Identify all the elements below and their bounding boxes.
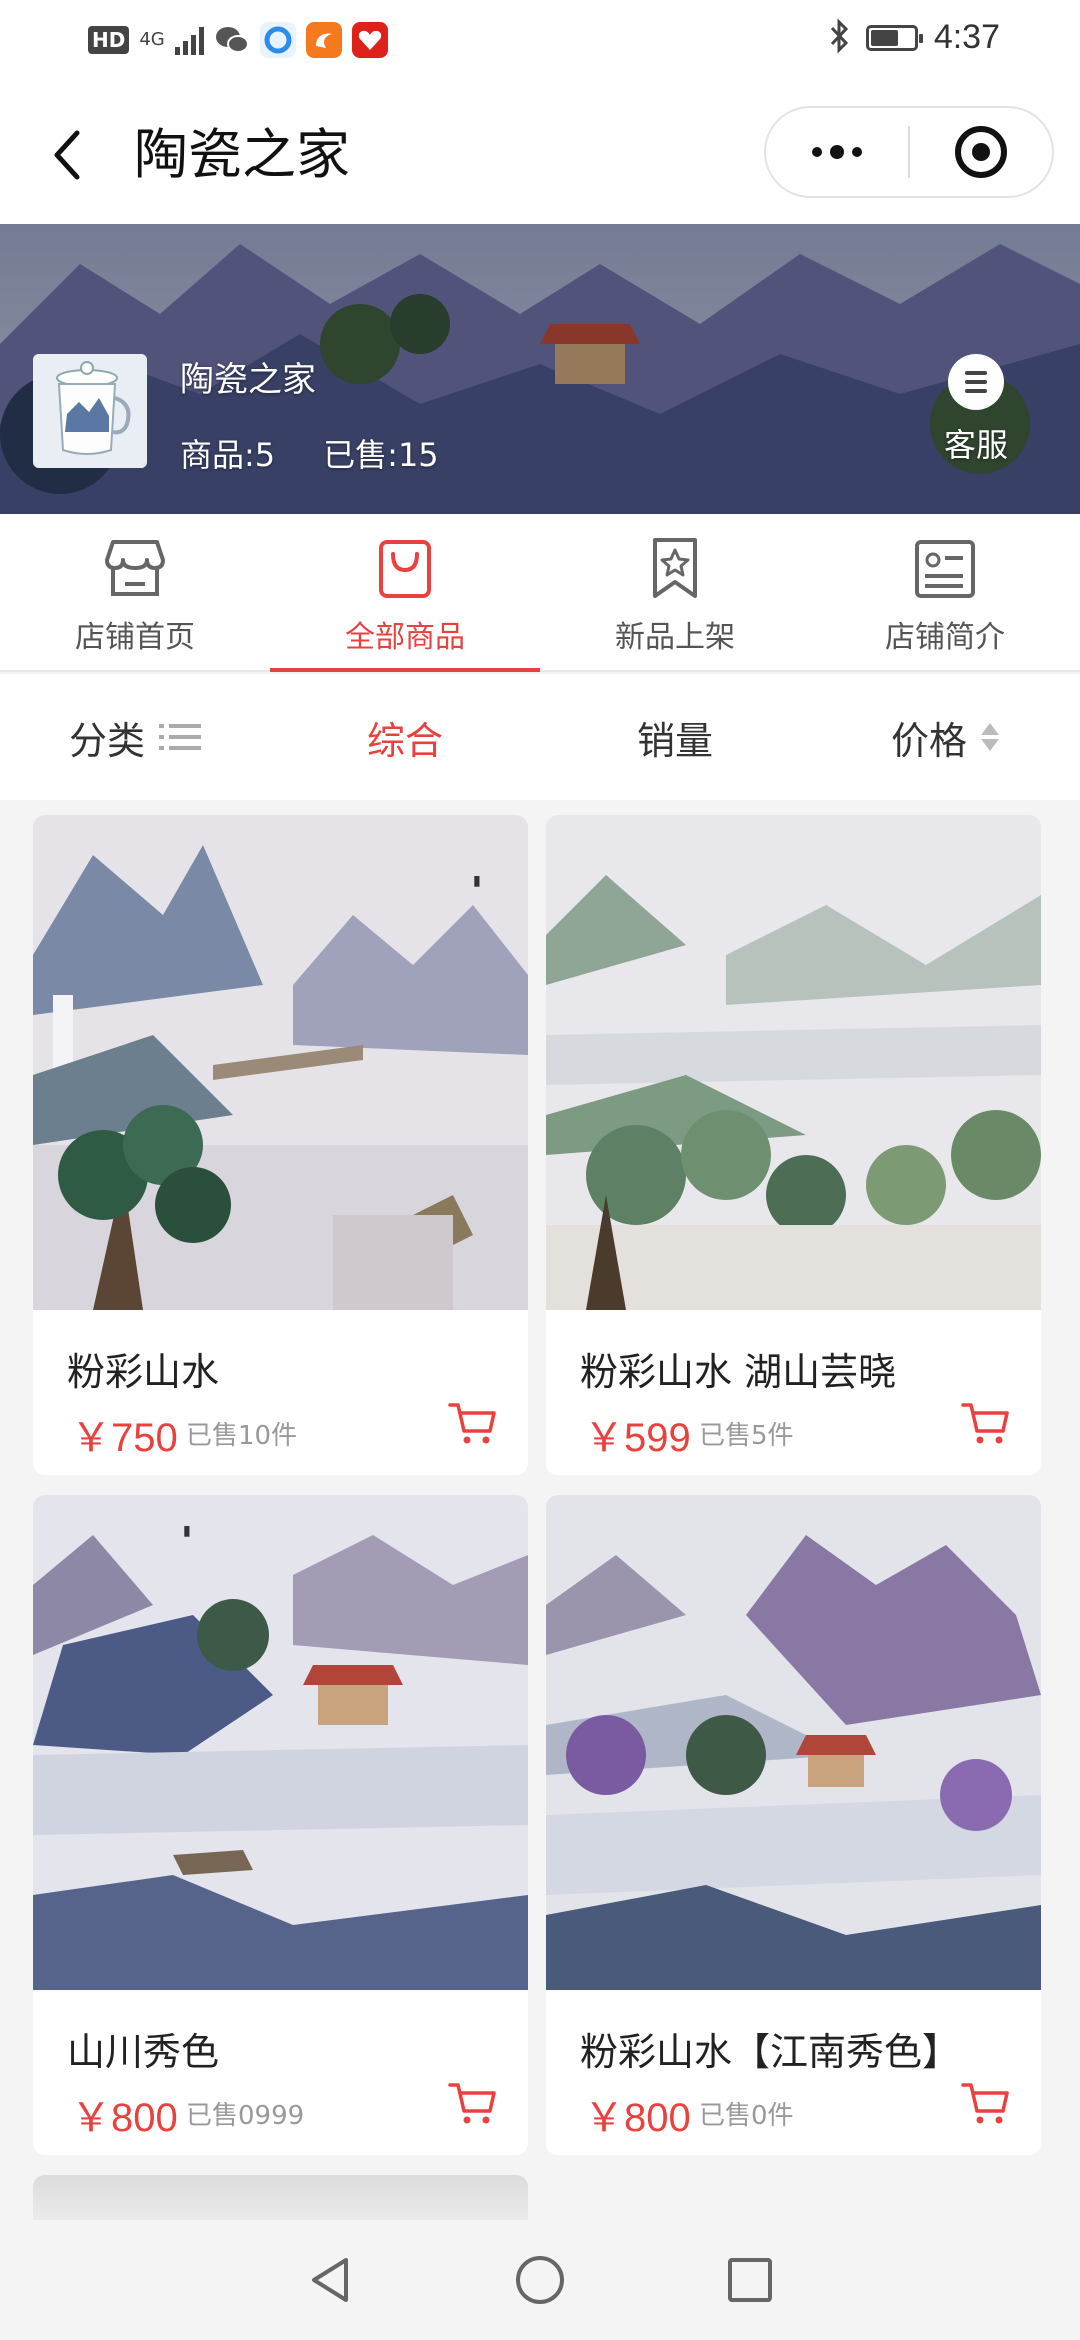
shop-stats: 商品:5 已售:15	[180, 430, 439, 476]
shop-banner: 陶瓷之家 商品:5 已售:15 客服	[0, 224, 1080, 514]
banner-background-painting	[0, 224, 1080, 514]
square-recents-icon	[728, 2258, 772, 2302]
clock: 4:37	[933, 18, 1000, 56]
product-image: ▮	[33, 1495, 528, 1990]
new-bookmark-icon	[653, 538, 697, 598]
wechat-icon	[213, 22, 250, 58]
sold-count: 已售:15	[323, 436, 439, 474]
sort-sales-label: 销量	[636, 718, 713, 763]
tab-label: 新品上架	[615, 620, 735, 655]
cart-icon[interactable]	[959, 2077, 1011, 2129]
triangle-back-icon	[312, 2258, 348, 2302]
bluetooth-icon	[828, 17, 850, 57]
shopping-bag-icon	[379, 540, 431, 598]
target-icon	[955, 126, 1007, 178]
pinduoduo-icon	[351, 22, 388, 58]
product-price: ￥800	[584, 2096, 691, 2140]
system-home-button[interactable]	[510, 2250, 570, 2310]
customer-service-button[interactable]: 客服	[938, 354, 1014, 466]
status-bar: HD 4G 4:37	[0, 0, 1080, 84]
product-image: ▮	[33, 815, 528, 1310]
cart-icon[interactable]	[959, 1397, 1011, 1449]
product-card[interactable]: 粉彩山水【江南秀色】 ￥800 已售0件	[546, 1495, 1041, 2155]
tab-all-products[interactable]: 全部商品	[270, 514, 540, 672]
sort-overall-label: 综合	[366, 718, 443, 763]
status-right: 4:37	[828, 17, 1000, 57]
product-sold: 已售0999	[186, 2101, 305, 2131]
back-button[interactable]	[36, 120, 96, 190]
tab-label: 全部商品	[345, 620, 465, 655]
shop-logo[interactable]	[33, 354, 147, 468]
shop-name: 陶瓷之家	[180, 360, 316, 400]
sort-sales[interactable]: 销量	[540, 710, 810, 765]
cart-icon[interactable]	[446, 2077, 498, 2129]
system-back-button[interactable]	[300, 2250, 360, 2310]
mini-program-capsule	[764, 106, 1054, 198]
system-recents-button[interactable]	[720, 2250, 780, 2310]
product-card[interactable]: 粉彩山水 湖山芸晓 ￥599 已售5件	[546, 815, 1041, 1475]
product-name: 粉彩山水【江南秀色】	[580, 2030, 961, 2074]
page-title: 陶瓷之家	[134, 123, 350, 186]
product-price: ￥599	[584, 1416, 691, 1460]
list-icon	[159, 724, 201, 750]
hd-badge: HD	[88, 26, 130, 54]
shop-tabs: 店铺首页 全部商品 新品上架 店铺简介	[0, 514, 1080, 672]
product-sold: 已售10件	[186, 1421, 298, 1451]
product-card[interactable]: ▮ 山川秀色 ￥800 已售0999	[33, 1495, 528, 2155]
product-count: 商品:5	[180, 436, 276, 474]
svg-text:▮: ▮	[183, 1523, 191, 1539]
product-image	[546, 1495, 1041, 1990]
chat-icon	[948, 354, 1004, 410]
more-button[interactable]	[766, 108, 908, 196]
product-price: ￥750	[71, 1416, 178, 1460]
product-name: 山川秀色	[67, 2030, 220, 2074]
product-sold: 已售5件	[699, 1421, 794, 1451]
sort-arrows-icon	[981, 723, 999, 751]
chevron-left-icon	[54, 130, 80, 180]
signal-icon	[174, 25, 204, 55]
tab-store-home[interactable]: 店铺首页	[0, 514, 270, 670]
svg-text:▮: ▮	[473, 873, 481, 889]
circle-home-icon	[516, 2256, 564, 2304]
more-icon	[812, 145, 862, 159]
product-image	[546, 815, 1041, 1310]
product-card[interactable]: ▮ 粉彩山水 ￥750 已售10件	[33, 815, 528, 1475]
store-icon	[105, 540, 165, 596]
porcelain-cup-image	[33, 354, 147, 468]
profile-card-icon	[915, 540, 975, 598]
battery-icon	[865, 24, 923, 51]
system-navigation-bar	[0, 2220, 1080, 2340]
product-price: ￥800	[71, 2096, 178, 2140]
product-sold: 已售0件	[699, 2101, 794, 2131]
nav-bar: 陶瓷之家	[0, 84, 1080, 224]
sort-price[interactable]: 价格	[810, 710, 1080, 765]
tab-new-arrivals[interactable]: 新品上架	[540, 514, 810, 670]
close-mini-program-button[interactable]	[910, 108, 1052, 196]
sort-price-label: 价格	[890, 718, 967, 763]
tab-label: 店铺简介	[885, 620, 1005, 655]
sort-category[interactable]: 分类	[0, 710, 270, 765]
sort-bar: 分类 综合 销量 价格	[0, 674, 1080, 800]
tab-store-intro[interactable]: 店铺简介	[810, 514, 1080, 670]
qq-browser-icon	[259, 22, 296, 58]
sort-category-label: 分类	[68, 718, 145, 763]
product-name: 粉彩山水	[67, 1350, 220, 1394]
uc-icon	[305, 22, 342, 58]
product-name: 粉彩山水 湖山芸晓	[580, 1350, 897, 1394]
tab-label: 店铺首页	[75, 620, 195, 655]
network-type: 4G	[139, 29, 165, 50]
status-left: HD 4G	[88, 22, 388, 58]
cart-icon[interactable]	[446, 1397, 498, 1449]
customer-service-label: 客服	[943, 426, 1008, 464]
sort-overall[interactable]: 综合	[270, 710, 540, 765]
